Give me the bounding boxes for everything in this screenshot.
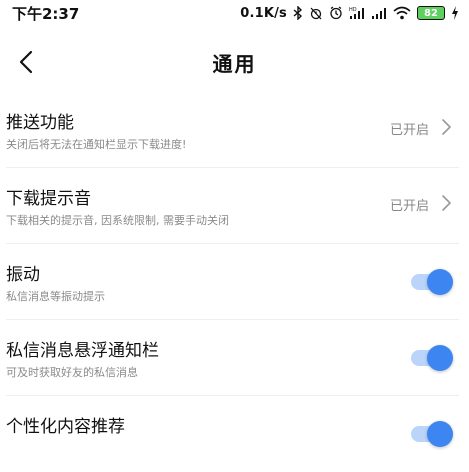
status-time: 下午2:37 (12, 4, 80, 23)
vibration-toggle[interactable] (411, 269, 453, 295)
header: 通用 (0, 40, 469, 84)
page-title: 通用 (212, 52, 257, 76)
setting-title: 振动 (6, 265, 40, 285)
setting-title: 推送功能 (6, 113, 74, 133)
setting-subtitle: 下载相关的提示音, 因系统限制, 需要手动关闭 (6, 214, 229, 227)
setting-title: 个性化内容推荐 (6, 417, 125, 437)
setting-subtitle: 关闭后将无法在通知栏显示下载进度! (6, 138, 187, 151)
setting-row-download-sound[interactable]: 下载提示音 下载相关的提示音, 因系统限制, 需要手动关闭 已开启 (6, 168, 459, 244)
setting-row-vibration: 振动 私信消息等振动提示 (6, 244, 459, 320)
personalized-recommendation-toggle[interactable] (411, 421, 453, 447)
setting-row-push[interactable]: 推送功能 关闭后将无法在通知栏显示下载进度! 已开启 (6, 92, 459, 168)
status-icons: 0.1K/s HD 82 (240, 5, 459, 21)
setting-value: 已开启 (389, 199, 429, 214)
setting-title: 私信消息悬浮通知栏 (6, 341, 159, 361)
wifi-icon (393, 5, 411, 21)
setting-subtitle: 私信消息等振动提示 (6, 290, 105, 303)
bluetooth-icon (293, 5, 303, 21)
setting-row-personalized-recommendation: 个性化内容推荐 (6, 396, 459, 472)
alarm-off-icon (309, 5, 323, 21)
setting-value: 已开启 (389, 123, 429, 138)
setting-title: 下载提示音 (6, 189, 91, 209)
setting-subtitle: 可及时获取好友的私信消息 (6, 366, 138, 379)
settings-list: 推送功能 关闭后将无法在通知栏显示下载进度! 已开启 下载提示音 下载相关的提示… (0, 92, 469, 472)
network-speed: 0.1K/s (240, 5, 287, 21)
toggle-knob (427, 421, 453, 447)
toggle-knob (427, 269, 453, 295)
clock-icon (329, 5, 343, 21)
svg-text:HD: HD (349, 7, 357, 13)
chevron-right-icon (442, 195, 451, 211)
hd-signal-icon: HD (349, 5, 365, 21)
battery-icon: 82 (417, 6, 445, 20)
setting-row-floating-notification: 私信消息悬浮通知栏 可及时获取好友的私信消息 (6, 320, 459, 396)
status-bar: 下午2:37 0.1K/s HD 82 (0, 0, 469, 26)
signal-icon (371, 5, 387, 21)
charging-icon (451, 5, 459, 21)
toggle-knob (427, 345, 453, 371)
chevron-right-icon (442, 119, 451, 135)
floating-notification-toggle[interactable] (411, 345, 453, 371)
